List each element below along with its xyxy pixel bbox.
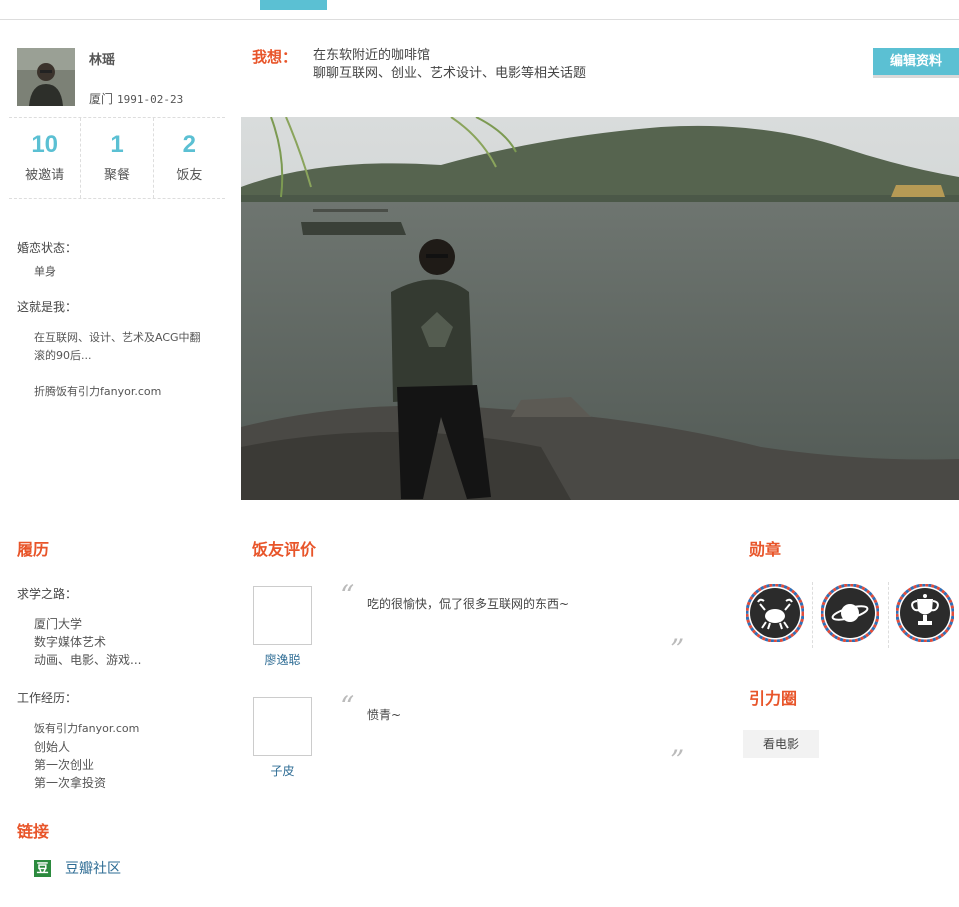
stat-label: 聚餐 bbox=[103, 168, 130, 183]
trophy-icon[interactable] bbox=[895, 583, 955, 643]
stat-value: 2 bbox=[182, 131, 196, 158]
links-title: 链接 bbox=[17, 822, 50, 841]
user-avatar[interactable] bbox=[17, 48, 75, 106]
quote-close-icon: ” bbox=[670, 744, 685, 777]
city-birthday: 厦门 1991-02-23 bbox=[89, 90, 183, 107]
study-item: 动画、电影、游戏... bbox=[34, 653, 142, 667]
work-item: 第一次创业 bbox=[34, 758, 95, 772]
wish-line: 聊聊互联网、创业、艺术设计、电影等相关话题 bbox=[313, 66, 587, 81]
user-birthday: 1991-02-23 bbox=[117, 93, 184, 106]
douban-icon: 豆 bbox=[34, 859, 51, 877]
stat-label: 饭友 bbox=[176, 168, 203, 183]
about-line: 滚的90后... bbox=[34, 349, 92, 362]
work-item: 饭有引力fanyor.com bbox=[34, 722, 140, 735]
stat-friends[interactable]: 2 饭友 bbox=[154, 118, 225, 198]
user-name: 林瑶 bbox=[89, 53, 116, 68]
user-city: 厦门 bbox=[89, 92, 114, 106]
about-label: 这就是我： bbox=[17, 300, 78, 314]
quote-open-icon: “ bbox=[340, 579, 355, 612]
quote-close-icon: ” bbox=[670, 633, 685, 666]
work-item: 第一次拿投资 bbox=[34, 776, 107, 790]
planet-icon[interactable] bbox=[820, 583, 880, 643]
badge-divider bbox=[812, 582, 813, 648]
about-line: 在互联网、设计、艺术及ACG中翻 bbox=[34, 331, 201, 344]
stat-value: 10 bbox=[31, 131, 59, 158]
medals-title: 勋章 bbox=[749, 540, 782, 559]
stats-panel: 10 被邀请 1 聚餐 2 饭友 bbox=[9, 117, 225, 199]
marital-label: 婚恋状态： bbox=[17, 241, 78, 255]
circle-title: 引力圈 bbox=[749, 689, 798, 708]
review-text: 愤青~ bbox=[367, 708, 402, 722]
work-label: 工作经历： bbox=[17, 691, 78, 705]
quote-open-icon: “ bbox=[340, 690, 355, 723]
stat-label: 被邀请 bbox=[25, 168, 65, 183]
circle-tag[interactable]: 看电影 bbox=[743, 730, 819, 758]
reviewer-avatar[interactable] bbox=[253, 586, 312, 645]
wish-text: 在东软附近的咖啡馆 聊聊互联网、创业、艺术设计、电影等相关话题 bbox=[313, 47, 586, 83]
marital-value: 单身 bbox=[34, 265, 56, 278]
study-item: 数字媒体艺术 bbox=[34, 635, 107, 649]
review-text: 吃的很愉快，侃了很多互联网的东西~ bbox=[367, 597, 570, 611]
wish-label: 我想： bbox=[252, 48, 298, 66]
active-nav-tab[interactable] bbox=[260, 0, 327, 10]
badge-divider bbox=[888, 582, 889, 648]
profile-photo bbox=[241, 117, 959, 500]
link-label[interactable]: 豆瓣社区 bbox=[65, 858, 121, 878]
top-nav-bar bbox=[0, 0, 959, 20]
about-line: 折腾饭有引力fanyor.com bbox=[34, 385, 162, 398]
work-item: 创始人 bbox=[34, 740, 71, 754]
crab-icon[interactable] bbox=[745, 583, 805, 643]
stat-invited[interactable]: 10 被邀请 bbox=[9, 118, 82, 198]
edit-profile-button[interactable]: 编辑资料 bbox=[873, 48, 959, 78]
reviewer-name[interactable]: 廖逸聪 bbox=[253, 651, 312, 668]
reviewer-name[interactable]: 子皮 bbox=[253, 762, 312, 779]
stat-value: 1 bbox=[110, 131, 124, 158]
reviewer-avatar[interactable] bbox=[253, 697, 312, 756]
wish-line: 在东软附近的咖啡馆 bbox=[313, 48, 431, 63]
stat-meals[interactable]: 1 聚餐 bbox=[81, 118, 154, 198]
resume-title: 履历 bbox=[17, 540, 50, 559]
study-item: 厦门大学 bbox=[34, 617, 83, 631]
study-label: 求学之路： bbox=[17, 587, 78, 601]
link-douban[interactable]: 豆 豆瓣社区 bbox=[34, 858, 121, 878]
reviews-title: 饭友评价 bbox=[252, 540, 317, 559]
